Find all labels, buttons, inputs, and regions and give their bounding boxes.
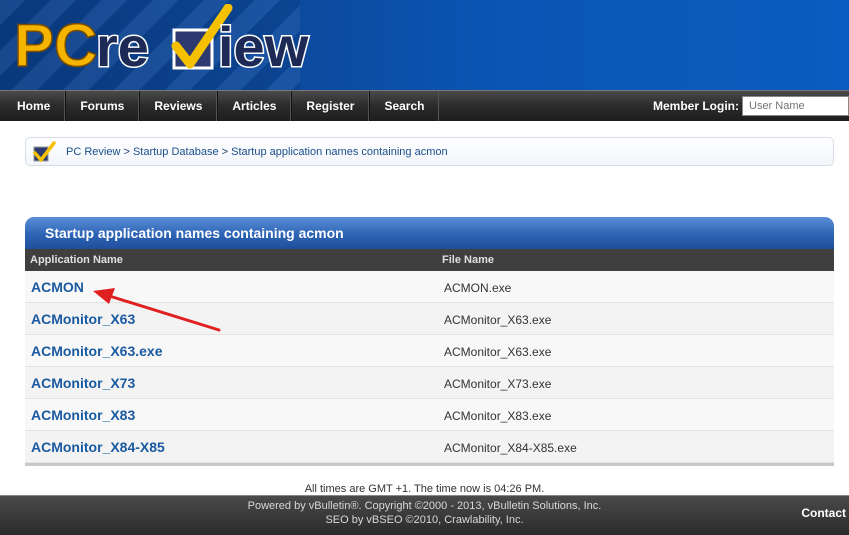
main-nav: Home Forums Reviews Articles Register Se… [0,90,849,121]
site-header: PC re iew [0,0,849,90]
username-input[interactable] [742,96,849,116]
app-link[interactable]: ACMonitor_X84-X85 [31,439,165,455]
logo-part-re: re [96,15,149,78]
member-login: Member Login: [653,91,849,121]
app-link[interactable]: ACMonitor_X83 [31,407,135,423]
seo-credit: SEO by vBSEO ©2010, Crawlability, Inc. [325,514,524,526]
table-column-headers: Application Name File Name [25,249,834,271]
breadcrumb: PC Review > Startup Database > Startup a… [25,137,834,166]
member-login-label: Member Login: [653,99,739,113]
app-link[interactable]: ACMON [31,279,84,295]
col-file-name: File Name [442,254,494,266]
file-name: ACMonitor_X83.exe [444,409,552,423]
file-name: ACMonitor_X63.exe [444,313,552,327]
nav-forums[interactable]: Forums [65,91,140,121]
breadcrumb-sep: > [218,146,232,158]
nav-search[interactable]: Search [369,91,440,121]
file-name: ACMonitor_X84-X85.exe [444,441,577,455]
nav-home[interactable]: Home [0,91,66,121]
table-row: ACMonitor_X63.exe ACMonitor_X63.exe [25,335,834,367]
table-row: ACMonitor_X63 ACMonitor_X63.exe [25,303,834,335]
breadcrumb-trail: PC Review > Startup Database > Startup a… [66,146,448,158]
page: PC re iew Home Forums Reviews Articles R… [0,0,849,535]
breadcrumb-current[interactable]: Startup application names containing acm… [231,146,447,158]
table-footer-bar [25,463,834,466]
table-row: ACMonitor_X84-X85 ACMonitor_X84-X85.exe [25,431,834,463]
contact-link[interactable]: Contact [801,506,846,520]
logo-part-pc: PC [14,12,97,79]
file-name: ACMON.exe [444,281,512,295]
breadcrumb-pc-review[interactable]: PC Review [66,146,120,158]
breadcrumb-startup-database[interactable]: Startup Database [133,146,219,158]
file-name: ACMonitor_X73.exe [444,377,552,391]
nav-articles[interactable]: Articles [217,91,292,121]
results-table: Startup application names containing acm… [25,217,834,466]
logo-part-iew: iew [218,15,309,78]
breadcrumb-sep: > [120,146,133,158]
time-note: All times are GMT +1. The time now is 04… [304,483,545,495]
checkmark-icon [33,141,56,162]
table-row: ACMON ACMON.exe [25,271,834,303]
nav-reviews[interactable]: Reviews [139,91,218,121]
app-link[interactable]: ACMonitor_X63 [31,311,135,327]
file-name: ACMonitor_X63.exe [444,345,552,359]
powered-by: Powered by vBulletin®. Copyright ©2000 -… [247,500,602,512]
nav-register[interactable]: Register [291,91,370,121]
app-link[interactable]: ACMonitor_X63.exe [31,343,162,359]
pcreview-logo[interactable]: PC re iew [14,4,334,86]
table-row: ACMonitor_X83 ACMonitor_X83.exe [25,399,834,431]
site-footer: Powered by vBulletin®. Copyright ©2000 -… [0,495,849,535]
app-link[interactable]: ACMonitor_X73 [31,375,135,391]
table-row: ACMonitor_X73 ACMonitor_X73.exe [25,367,834,399]
table-title: Startup application names containing acm… [25,217,834,249]
col-application-name: Application Name [30,254,123,266]
